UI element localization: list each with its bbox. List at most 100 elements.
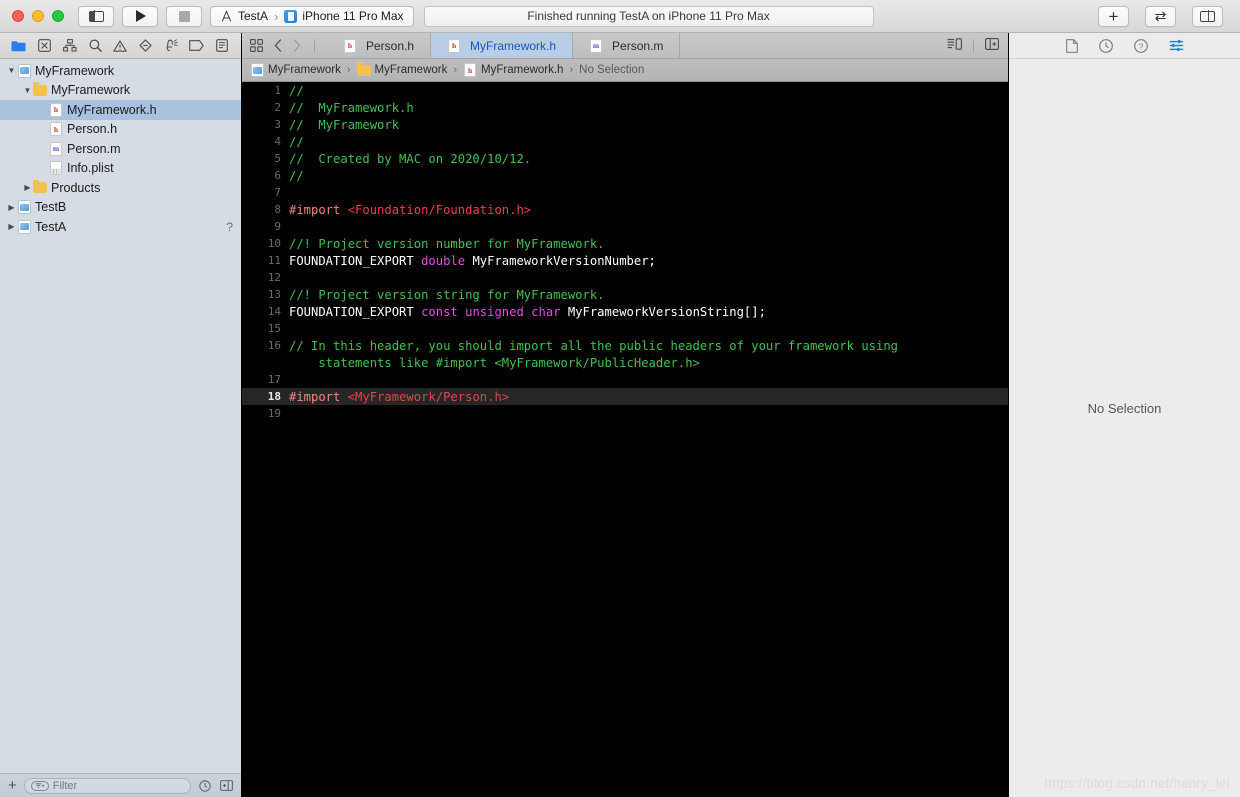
find-navigator-icon[interactable] bbox=[87, 38, 103, 53]
quick-help-inspector-icon[interactable] bbox=[1169, 39, 1184, 52]
code-line-text: //! Project version string for MyFramewo… bbox=[289, 288, 605, 302]
minimap-icon[interactable] bbox=[947, 37, 962, 55]
back-chevron-icon[interactable] bbox=[274, 39, 282, 52]
navigator-row-myframework[interactable]: MyFramework bbox=[0, 81, 241, 101]
help-inspector-icon[interactable]: ? bbox=[1133, 38, 1148, 53]
folder-icon bbox=[33, 179, 47, 194]
code-line-wrap[interactable]: statements like #import <MyFramework/Pub… bbox=[242, 354, 1008, 371]
code-line-6[interactable]: 6 // bbox=[242, 167, 1008, 184]
code-line-4[interactable]: 4 // bbox=[242, 133, 1008, 150]
breadcrumb-item-3[interactable]: h MyFramework.h bbox=[463, 63, 563, 77]
disclosure-triangle-icon[interactable] bbox=[22, 86, 33, 95]
code-line-2[interactable]: 2 // MyFramework.h bbox=[242, 99, 1008, 116]
navigator-row-label: MyFramework bbox=[51, 83, 131, 98]
scheme-destination-selector[interactable]: TestA › iPhone 11 Pro Max bbox=[210, 5, 414, 27]
disclosure-triangle-icon[interactable] bbox=[6, 66, 17, 75]
forward-chevron-icon[interactable] bbox=[293, 39, 301, 52]
swap-icon: ⇄ bbox=[1154, 8, 1167, 24]
history-inspector-icon[interactable] bbox=[1098, 38, 1113, 53]
code-line-15[interactable]: 15 bbox=[242, 320, 1008, 337]
disclosure-triangle-icon[interactable] bbox=[6, 203, 17, 212]
navigator-row-testb[interactable]: TestB bbox=[0, 198, 241, 218]
inspector-content: No Selection bbox=[1009, 59, 1240, 797]
recent-filter-icon[interactable] bbox=[198, 779, 212, 793]
code-line-9[interactable]: 9 bbox=[242, 218, 1008, 235]
navigator-row-label: Person.m bbox=[67, 141, 121, 156]
editor-tab-person-h[interactable]: h Person.h bbox=[327, 33, 432, 58]
add-editor-button[interactable]: + bbox=[1098, 5, 1129, 27]
breadcrumb-item-1[interactable]: MyFramework bbox=[250, 63, 341, 77]
navigator-row-testa[interactable]: TestA? bbox=[0, 217, 241, 237]
code-line-text: // MyFramework bbox=[289, 118, 399, 132]
editor-breadcrumb[interactable]: MyFramework › MyFramework › h MyFramework.h › N… bbox=[242, 59, 1008, 82]
play-icon bbox=[136, 10, 146, 22]
code-line-1[interactable]: 1 // bbox=[242, 82, 1008, 99]
impl-file-icon: m bbox=[49, 141, 63, 156]
filter-scope-icon[interactable] bbox=[30, 780, 49, 791]
grid-view-icon[interactable] bbox=[250, 39, 263, 52]
code-line-3[interactable]: 3 // MyFramework bbox=[242, 116, 1008, 133]
add-editor-icon[interactable] bbox=[985, 37, 999, 55]
maximize-window-button[interactable] bbox=[52, 10, 64, 22]
source-code-editor[interactable]: 1 // 2 // MyFramework.h 3 // MyFramework 4 // 5 /… bbox=[242, 82, 1008, 797]
source-control-navigator-icon[interactable] bbox=[36, 38, 52, 53]
navigator-row-myframework-h[interactable]: h MyFramework.h bbox=[0, 100, 241, 120]
project-navigator-icon[interactable] bbox=[11, 38, 27, 53]
editor-tab-person-m[interactable]: m Person.m bbox=[573, 33, 681, 58]
breakpoint-navigator-icon[interactable] bbox=[189, 38, 205, 53]
code-line-7[interactable]: 7 bbox=[242, 184, 1008, 201]
run-button[interactable] bbox=[122, 5, 158, 27]
code-line-12[interactable]: 12 bbox=[242, 269, 1008, 286]
code-line-18[interactable]: 18 #import <MyFramework/Person.h> bbox=[242, 388, 1008, 405]
code-line-10[interactable]: 10 //! Project version number for MyFrame… bbox=[242, 235, 1008, 252]
navigator-row-person-h[interactable]: h Person.h bbox=[0, 120, 241, 140]
project-icon bbox=[17, 200, 31, 215]
breadcrumb-item-2[interactable]: MyFramework bbox=[356, 62, 447, 76]
swap-editor-button[interactable]: ⇄ bbox=[1145, 5, 1176, 27]
code-line-16[interactable]: 16 // In this header, you should import a… bbox=[242, 337, 1008, 354]
navigator-row-label: Info.plist bbox=[67, 161, 114, 176]
code-line-5[interactable]: 5 // Created by MAC on 2020/10/12. bbox=[242, 150, 1008, 167]
filter-input[interactable]: Filter bbox=[23, 777, 191, 794]
toggle-navigator-button[interactable] bbox=[78, 5, 114, 27]
code-line-17[interactable]: 17 bbox=[242, 371, 1008, 388]
test-navigator-icon[interactable] bbox=[138, 38, 154, 53]
navigator-row-info-plist[interactable]: Info.plist bbox=[0, 159, 241, 179]
code-line-19[interactable]: 19 bbox=[242, 405, 1008, 422]
open-file-tabs[interactable]: h Person.h h MyFramework.h m Person.m bbox=[327, 33, 938, 58]
navigator-row-myframework[interactable]: MyFramework bbox=[0, 61, 241, 81]
navigator-row-person-m[interactable]: m Person.m bbox=[0, 139, 241, 159]
report-navigator-icon[interactable] bbox=[214, 38, 230, 53]
add-file-button[interactable]: + bbox=[8, 778, 17, 793]
navigator-row-label: TestA bbox=[35, 219, 67, 234]
code-line-14[interactable]: 14 FOUNDATION_EXPORT const unsigned char … bbox=[242, 303, 1008, 320]
project-icon bbox=[250, 63, 264, 77]
debug-navigator-icon[interactable] bbox=[163, 38, 179, 53]
xcode-window: TestA › iPhone 11 Pro Max Finished runni… bbox=[0, 0, 1240, 797]
minimize-window-button[interactable] bbox=[32, 10, 44, 22]
code-token: double bbox=[421, 253, 473, 268]
code-line-11[interactable]: 11 FOUNDATION_EXPORT double MyFrameworkVe… bbox=[242, 252, 1008, 269]
close-window-button[interactable] bbox=[12, 10, 24, 22]
line-number: 15 bbox=[267, 322, 281, 335]
symbol-navigator-icon[interactable] bbox=[62, 38, 78, 53]
disclosure-triangle-icon[interactable] bbox=[22, 183, 33, 192]
toggle-inspector-button[interactable] bbox=[1192, 5, 1223, 27]
code-token: MyFrameworkVersionString[]; bbox=[567, 304, 766, 319]
navigator-row-products[interactable]: Products bbox=[0, 178, 241, 198]
editor-tab-myframework-h[interactable]: h MyFramework.h bbox=[431, 33, 574, 58]
stop-button[interactable] bbox=[166, 5, 202, 27]
source-control-filter-icon[interactable] bbox=[219, 779, 233, 793]
code-token: <MyFramework/Person.h> bbox=[347, 389, 510, 404]
project-navigator-tree[interactable]: MyFramework MyFramework h MyFramework.h h Per… bbox=[0, 59, 241, 773]
code-line-13[interactable]: 13 //! Project version string for MyFrame… bbox=[242, 286, 1008, 303]
project-icon bbox=[17, 219, 31, 234]
code-line-text: //! Project version number for MyFramewo… bbox=[289, 237, 605, 251]
folder-icon bbox=[33, 82, 47, 96]
issue-navigator-icon[interactable] bbox=[112, 38, 128, 53]
disclosure-triangle-icon[interactable] bbox=[6, 222, 17, 231]
code-line-8[interactable]: 8 #import <Foundation/Foundation.h> bbox=[242, 201, 1008, 218]
file-inspector-icon[interactable] bbox=[1065, 38, 1078, 53]
breadcrumb-item-4[interactable]: No Selection bbox=[579, 64, 644, 76]
line-number: 6 bbox=[274, 169, 281, 182]
